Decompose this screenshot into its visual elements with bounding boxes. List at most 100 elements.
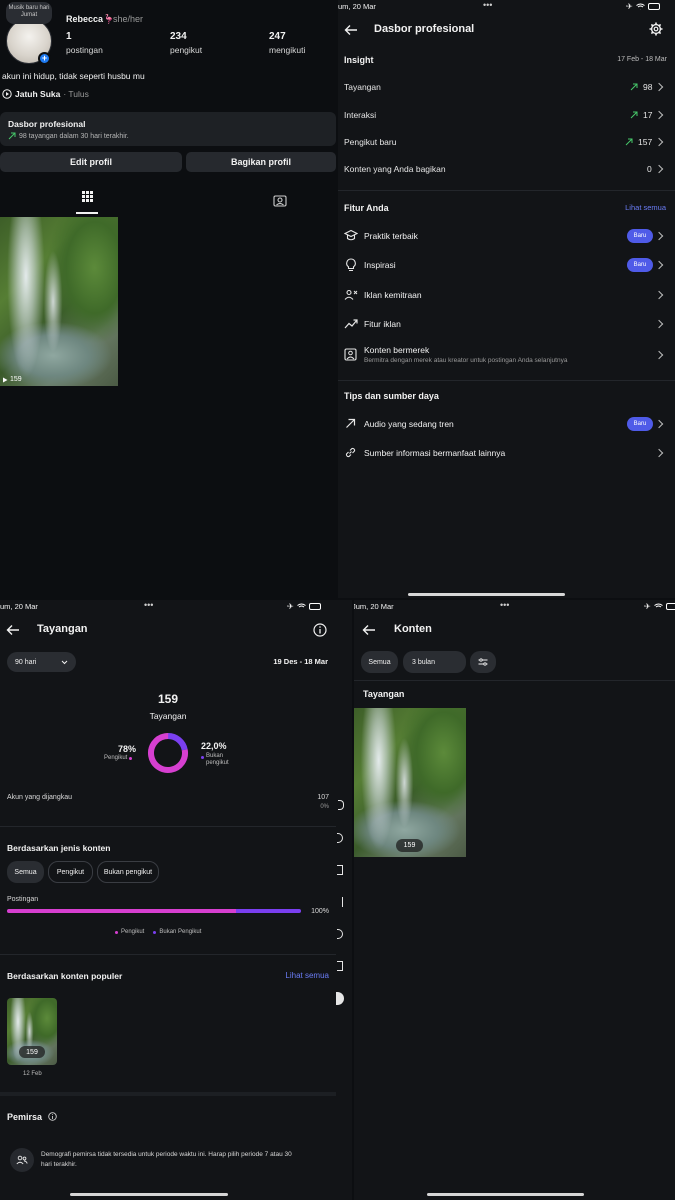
dashboard-card-subtitle: 98 tayangan dalam 30 hari terakhir. xyxy=(19,132,129,140)
insight-row-shared-content[interactable]: Konten yang Anda bagikan 0 xyxy=(338,160,675,178)
period-filter-button[interactable]: 3 bulan xyxy=(403,651,466,673)
period-dropdown[interactable]: 90 hari xyxy=(7,652,76,672)
reach-pct: 0% xyxy=(320,804,329,810)
back-arrow-icon[interactable] xyxy=(362,624,376,636)
legend-followers-dot xyxy=(115,930,118,934)
new-badge: Baru xyxy=(627,417,653,431)
insight-row-label: Konten yang Anda bagikan xyxy=(344,164,446,174)
followers-label: pengikut xyxy=(170,45,203,55)
sidebar-edge-avatar xyxy=(336,992,344,1005)
chevron-right-icon xyxy=(654,231,664,241)
edit-profile-button[interactable]: Edit profil xyxy=(0,152,182,172)
grid-tab-icon[interactable] xyxy=(76,190,98,204)
insight-date-range: 17 Feb - 18 Mar xyxy=(617,56,667,63)
home-indicator xyxy=(408,593,565,596)
battery-icon xyxy=(647,3,660,10)
feature-inspiration[interactable]: Inspirasi Baru xyxy=(338,255,675,275)
features-see-all-link[interactable]: Lihat semua xyxy=(625,203,666,212)
tip-label: Audio yang sedang tren xyxy=(364,419,454,429)
posts-row-pct: 100% xyxy=(311,908,329,915)
content-title: Konten xyxy=(394,623,432,635)
share-profile-button[interactable]: Bagikan profil xyxy=(186,152,336,172)
feature-sublabel: Bermitra dengan merek atau kreator untuk… xyxy=(364,357,568,364)
home-indicator xyxy=(427,1193,584,1196)
audience-note: Demografi pemirsa tidak tersedia untuk p… xyxy=(41,1151,292,1168)
content-section-label: Tayangan xyxy=(363,689,405,699)
feature-ad-tools[interactable]: Fitur iklan xyxy=(338,314,675,334)
tip-more-resources[interactable]: Sumber informasi bermanfaat lainnya xyxy=(338,443,675,463)
filter-all-button[interactable]: Semua xyxy=(361,651,398,673)
tagged-tab-icon[interactable] xyxy=(273,194,287,207)
bar-followers-segment xyxy=(7,909,237,913)
professional-dashboard-card[interactable]: Dasbor profesional 98 tayangan dalam 30 … xyxy=(0,112,336,146)
tips-heading: Tips dan sumber daya xyxy=(344,391,439,401)
branded-content-icon xyxy=(344,348,357,361)
battery-icon xyxy=(308,603,321,610)
feature-best-practices[interactable]: Praktik terbaik Baru xyxy=(338,226,675,246)
filter-all[interactable]: Semua xyxy=(7,861,44,883)
status-time: um, 20 Mar xyxy=(0,602,38,611)
popular-post-thumbnail[interactable]: 159 xyxy=(7,998,57,1065)
insight-heading: Insight xyxy=(344,55,374,65)
music-artist: · Tulus xyxy=(63,89,89,99)
note-bubble[interactable]: Musik baru hari Jumat xyxy=(6,2,52,24)
followers-pct: 78% xyxy=(118,744,137,754)
music-link[interactable]: Jatuh Suka · Tulus xyxy=(2,89,89,99)
tip-trending-audio[interactable]: Audio yang sedang tren Baru xyxy=(338,414,675,434)
link-icon xyxy=(345,447,356,458)
trend-up-icon xyxy=(630,111,638,119)
add-story-icon[interactable]: + xyxy=(38,52,51,65)
sidebar-edge-icon xyxy=(337,833,343,843)
audience-people-icon xyxy=(10,1148,34,1172)
info-icon[interactable] xyxy=(313,623,327,637)
partnership-icon xyxy=(344,289,358,300)
reach-value: 107 xyxy=(317,794,329,801)
new-badge: Baru xyxy=(627,229,653,243)
insight-row-views[interactable]: Tayangan 98 xyxy=(338,78,675,96)
insight-row-label: Interaksi xyxy=(344,110,377,120)
features-heading: Fitur Anda xyxy=(344,203,389,213)
status-icons: ✈ xyxy=(287,602,321,611)
feature-branded-content[interactable]: Konten bermerek Bermitra dengan merek at… xyxy=(338,343,675,369)
following-count[interactable]: 247 xyxy=(269,31,286,42)
trend-up-icon xyxy=(8,132,16,140)
back-arrow-icon[interactable] xyxy=(6,624,20,636)
feature-partnership-ads[interactable]: Iklan kemitraan xyxy=(338,285,675,305)
filter-options-button[interactable] xyxy=(470,651,496,673)
wifi-icon xyxy=(635,3,645,10)
status-time: Jum, 20 Mar xyxy=(354,602,394,611)
reach-label: Akun yang dijangkau xyxy=(7,794,72,801)
period-dropdown-label: 90 hari xyxy=(15,658,37,666)
insight-row-new-followers[interactable]: Pengikut baru 157 xyxy=(338,133,675,151)
chevron-right-icon xyxy=(654,448,664,458)
posts-row-label: Postingan xyxy=(7,896,39,903)
followers-count[interactable]: 234 xyxy=(170,31,187,42)
popular-see-all-link[interactable]: Lihat semua xyxy=(285,971,329,980)
followers-pct-label: Pengikut xyxy=(104,755,128,761)
play-icon xyxy=(2,89,12,99)
sidebar-edge-icon xyxy=(337,929,343,939)
content-post-thumbnail[interactable]: 159 xyxy=(354,708,466,857)
insight-row-interactions[interactable]: Interaksi 17 xyxy=(338,106,675,124)
post-thumbnail[interactable]: 159 xyxy=(0,217,118,386)
views-insight-screen: um, 20 Mar ••• ✈ Tayangan 90 hari 19 Des… xyxy=(0,600,352,1200)
airplane-icon: ✈ xyxy=(626,2,633,11)
battery-icon xyxy=(665,603,675,610)
back-arrow-icon[interactable] xyxy=(344,24,358,36)
popular-post-date: 12 Feb xyxy=(23,1071,42,1077)
dashboard-title: Dasbor profesional xyxy=(374,23,475,35)
sidebar-edge-icon xyxy=(338,800,344,810)
legend-nonfollowers-label: Bukan Pengikut xyxy=(159,929,202,935)
divider xyxy=(0,826,336,827)
profile-screen: Musik baru hari Jumat + Rebecca🦩 she/her… xyxy=(0,0,336,598)
feature-label: Fitur iklan xyxy=(364,319,401,329)
filter-followers[interactable]: Pengikut xyxy=(48,861,93,883)
posts-count[interactable]: 1 xyxy=(66,31,72,42)
status-time: um, 20 Mar xyxy=(338,2,376,11)
settings-gear-icon[interactable] xyxy=(649,22,663,36)
audience-info-icon[interactable] xyxy=(48,1112,57,1121)
status-dots: ••• xyxy=(483,0,493,10)
filter-nonfollowers[interactable]: Bukan pengikut xyxy=(97,861,159,883)
sidebar-edge-icon xyxy=(337,897,343,907)
views-title: Tayangan xyxy=(37,623,88,635)
